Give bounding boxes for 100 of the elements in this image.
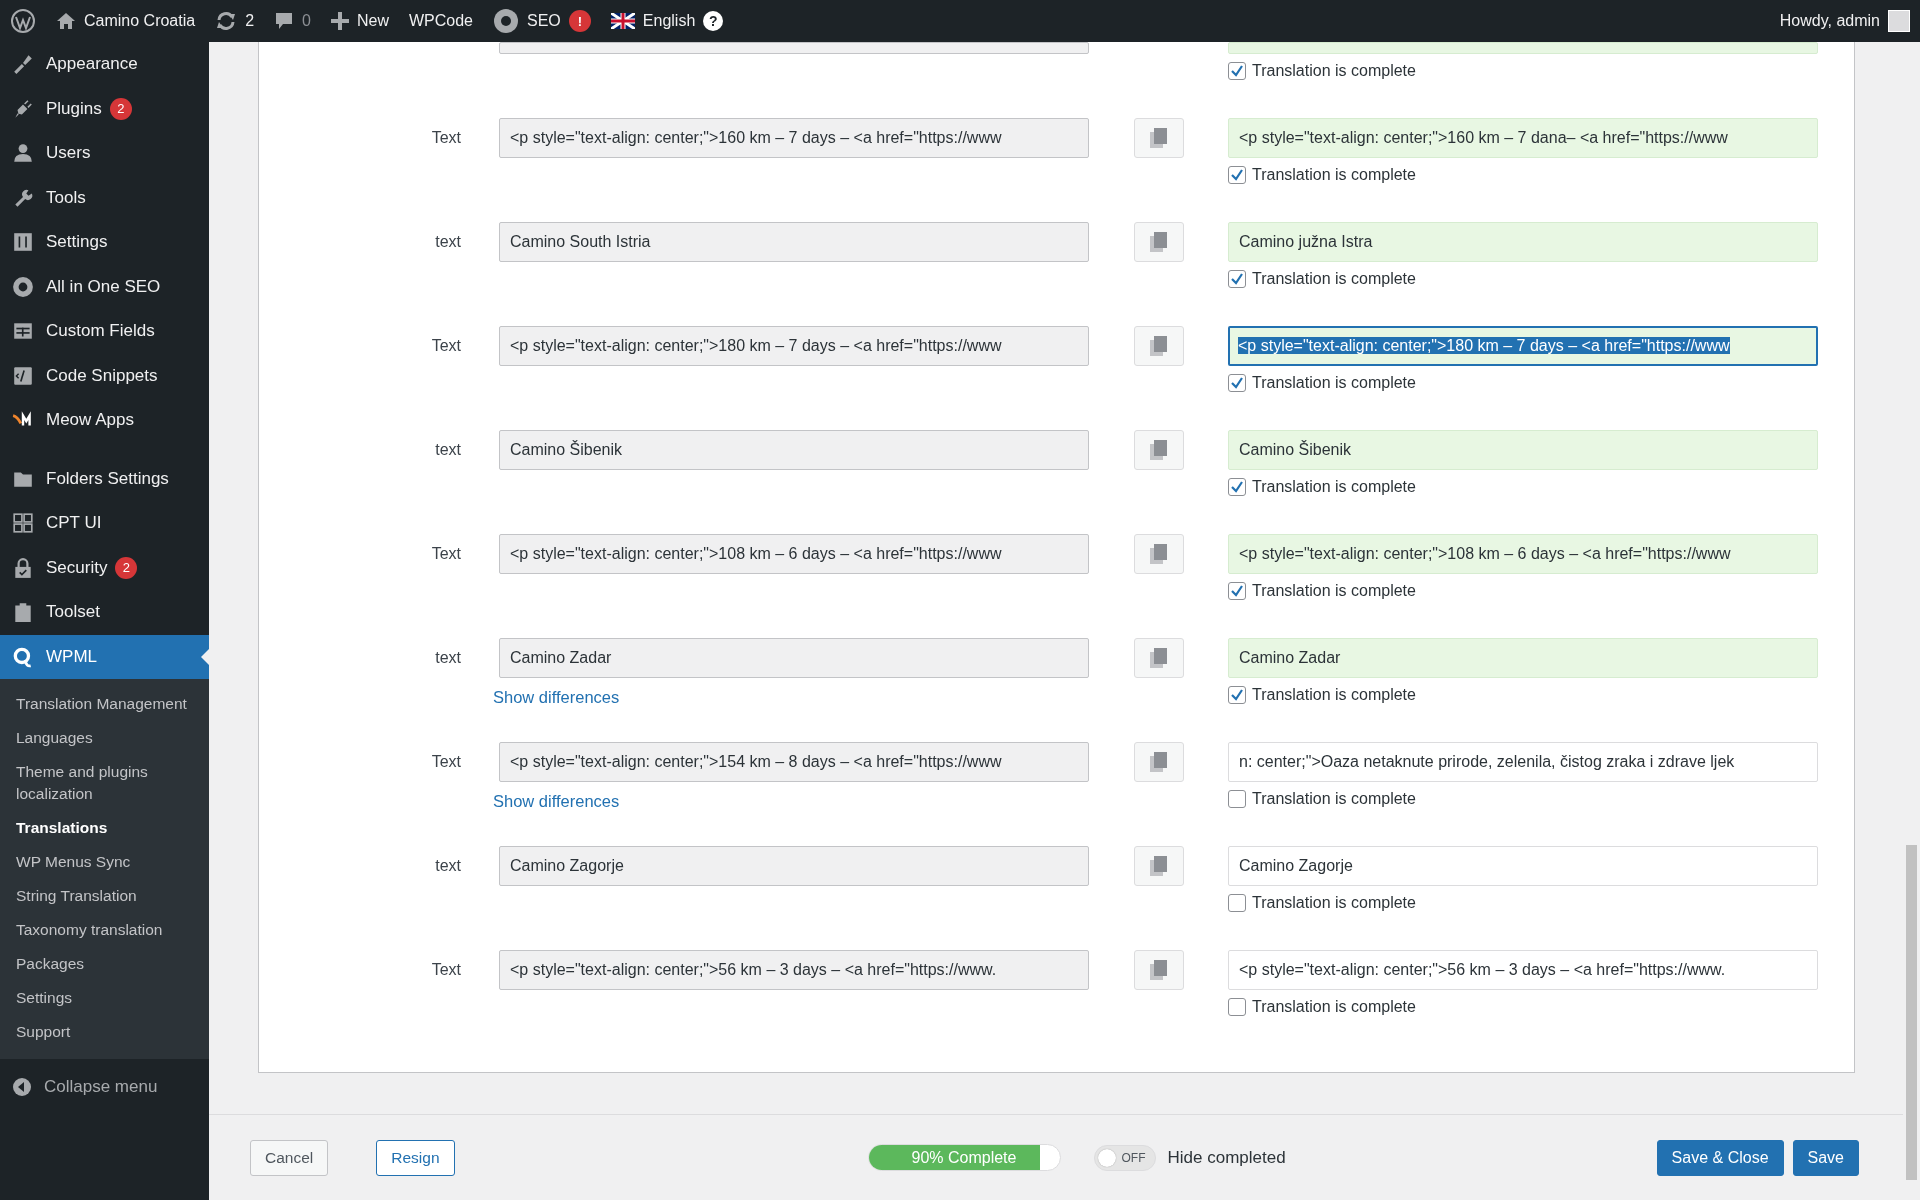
sidebar-item[interactable]: Tools bbox=[0, 175, 209, 220]
submenu-item[interactable]: Translations bbox=[0, 811, 209, 845]
sidebar-label: Users bbox=[46, 143, 91, 164]
comments-count[interactable]: 0 bbox=[302, 12, 311, 30]
checkbox-label[interactable]: Translation is complete bbox=[1252, 478, 1416, 496]
code-icon bbox=[12, 364, 34, 387]
sidebar-label: Custom Fields bbox=[46, 321, 155, 342]
copy-button[interactable] bbox=[1134, 846, 1184, 886]
greeting-link[interactable]: Howdy, admin bbox=[1779, 12, 1880, 30]
toggle-switch[interactable]: OFF bbox=[1093, 1144, 1156, 1171]
translation-field[interactable]: <p style="text-align: center;">180 km – 7 days – <a href="https://www bbox=[1228, 326, 1818, 366]
copy-button[interactable] bbox=[1134, 326, 1184, 366]
copy-button[interactable] bbox=[1134, 534, 1184, 574]
sidebar-item[interactable]: Settings bbox=[0, 220, 209, 265]
checkbox[interactable] bbox=[1228, 166, 1246, 184]
submenu-item[interactable]: Taxonomy translation bbox=[0, 913, 209, 947]
wpml-icon bbox=[12, 645, 34, 668]
field-type-label: Text bbox=[430, 960, 462, 980]
checkbox[interactable] bbox=[1228, 478, 1246, 496]
translation-field[interactable] bbox=[1228, 42, 1818, 54]
sidebar-label: Meow Apps bbox=[46, 410, 134, 431]
source-field: <p style="text-align: center;">154 km – 8 days – <a href="https://www bbox=[499, 742, 1089, 782]
checkbox-label[interactable]: Translation is complete bbox=[1252, 166, 1416, 184]
translation-field[interactable]: Camino Zadar bbox=[1228, 638, 1818, 678]
translation-field[interactable]: <p style="text-align: center;">108 km – 6 days – <a href="https://www bbox=[1228, 534, 1818, 574]
sidebar-item[interactable]: Users bbox=[0, 131, 209, 176]
copy-button[interactable] bbox=[1134, 430, 1184, 470]
wpcode-link[interactable]: WPCode bbox=[409, 12, 473, 30]
show-differences-link[interactable]: Show differences bbox=[493, 792, 620, 811]
translation-field[interactable]: <p style="text-align: center;">160 km – 7 dana– <a href="https://www bbox=[1228, 118, 1818, 158]
wordpress-logo-icon[interactable] bbox=[10, 8, 36, 34]
sidebar-label: Security bbox=[46, 557, 108, 578]
checkbox[interactable] bbox=[1228, 62, 1246, 80]
save-close-button[interactable]: Save & Close bbox=[1656, 1139, 1784, 1176]
sidebar-item[interactable]: All in One SEO bbox=[0, 264, 209, 309]
sidebar-item[interactable]: Meow Apps bbox=[0, 398, 209, 443]
checkbox-label[interactable]: Translation is complete bbox=[1252, 790, 1416, 808]
checkbox-label[interactable]: Translation is complete bbox=[1252, 998, 1416, 1016]
copy-icon bbox=[1150, 856, 1168, 876]
sidebar-item[interactable]: Security 2 bbox=[0, 545, 209, 590]
copy-icon bbox=[1150, 752, 1168, 772]
help-badge[interactable]: ? bbox=[703, 11, 724, 31]
checkbox[interactable] bbox=[1228, 790, 1246, 808]
copy-button[interactable] bbox=[1134, 742, 1184, 782]
submenu-item[interactable]: Settings bbox=[0, 981, 209, 1015]
sidebar-item[interactable]: Plugins 2 bbox=[0, 86, 209, 131]
site-name-link[interactable]: Camino Croatia bbox=[84, 12, 196, 30]
submenu-item[interactable]: Languages bbox=[0, 721, 209, 755]
scrollbar-thumb[interactable] bbox=[1906, 845, 1917, 1180]
source-field: Camino Šibenik bbox=[499, 430, 1089, 470]
checkbox-label[interactable]: Translation is complete bbox=[1252, 686, 1416, 704]
submenu-item[interactable]: Theme and plugins localization bbox=[0, 755, 209, 811]
language-link[interactable]: English bbox=[642, 12, 696, 30]
checkbox[interactable] bbox=[1228, 582, 1246, 600]
alert-badge: ! bbox=[568, 10, 591, 32]
user-icon bbox=[12, 142, 34, 165]
updates-count[interactable]: 2 bbox=[245, 12, 255, 30]
checkbox[interactable] bbox=[1228, 998, 1246, 1016]
sidebar-item[interactable]: WPML bbox=[0, 634, 209, 679]
sidebar-item[interactable]: Toolset bbox=[0, 590, 209, 635]
submenu-item[interactable]: Packages bbox=[0, 947, 209, 981]
source-field: <p style="text-align: center;">108 km – 6 days – <a href="https://www bbox=[499, 534, 1089, 574]
save-button[interactable]: Save bbox=[1792, 1139, 1859, 1176]
checkbox[interactable] bbox=[1228, 270, 1246, 288]
new-link[interactable]: New bbox=[356, 12, 389, 30]
translation-field[interactable]: <p style="text-align: center;">56 km – 3 days – <a href="https://www. bbox=[1228, 950, 1818, 990]
seo-link[interactable]: SEO bbox=[527, 12, 561, 30]
checkbox-label[interactable]: Translation is complete bbox=[1252, 62, 1416, 80]
grid-icon bbox=[12, 512, 34, 535]
checkbox[interactable] bbox=[1228, 686, 1246, 704]
progress-text: 90% Complete bbox=[910, 1147, 1018, 1168]
checkbox[interactable] bbox=[1228, 894, 1246, 912]
checkbox-label[interactable]: Translation is complete bbox=[1252, 894, 1416, 912]
submenu-item[interactable]: Translation Management bbox=[0, 687, 209, 721]
collapse-menu-link[interactable]: Collapse menu bbox=[44, 1077, 158, 1097]
submenu-item[interactable]: String Translation bbox=[0, 879, 209, 913]
translation-field[interactable]: Camino Zagorje bbox=[1228, 846, 1818, 886]
copy-button[interactable] bbox=[1134, 950, 1184, 990]
sidebar-item[interactable]: Custom Fields bbox=[0, 309, 209, 354]
translation-field[interactable]: n: center;">Oaza netaknute prirode, zelenila, čistog zraka i zdrave ljek bbox=[1228, 742, 1818, 782]
resign-button[interactable]: Resign bbox=[376, 1139, 455, 1176]
checkbox[interactable] bbox=[1228, 374, 1246, 392]
sidebar-item[interactable]: Appearance bbox=[0, 42, 209, 87]
sidebar-item[interactable]: Code Snippets bbox=[0, 353, 209, 398]
translation-field[interactable]: Camino južna Istra bbox=[1228, 222, 1818, 262]
checkbox-label[interactable]: Translation is complete bbox=[1252, 582, 1416, 600]
collapse-icon[interactable] bbox=[12, 1077, 32, 1097]
copy-button[interactable] bbox=[1134, 118, 1184, 158]
cancel-button[interactable]: Cancel bbox=[250, 1139, 329, 1176]
checkbox-label[interactable]: Translation is complete bbox=[1252, 270, 1416, 288]
translation-field[interactable]: Camino Šibenik bbox=[1228, 430, 1818, 470]
checkbox-label[interactable]: Translation is complete bbox=[1252, 374, 1416, 392]
show-differences-link[interactable]: Show differences bbox=[493, 688, 620, 707]
sidebar-item[interactable]: CPT UI bbox=[0, 501, 209, 546]
copy-button[interactable] bbox=[1134, 222, 1184, 262]
submenu-item[interactable]: WP Menus Sync bbox=[0, 845, 209, 879]
copy-icon bbox=[1150, 440, 1168, 460]
submenu-item[interactable]: Support bbox=[0, 1015, 209, 1049]
sidebar-item[interactable]: Folders Settings bbox=[0, 456, 209, 501]
copy-button[interactable] bbox=[1134, 638, 1184, 678]
